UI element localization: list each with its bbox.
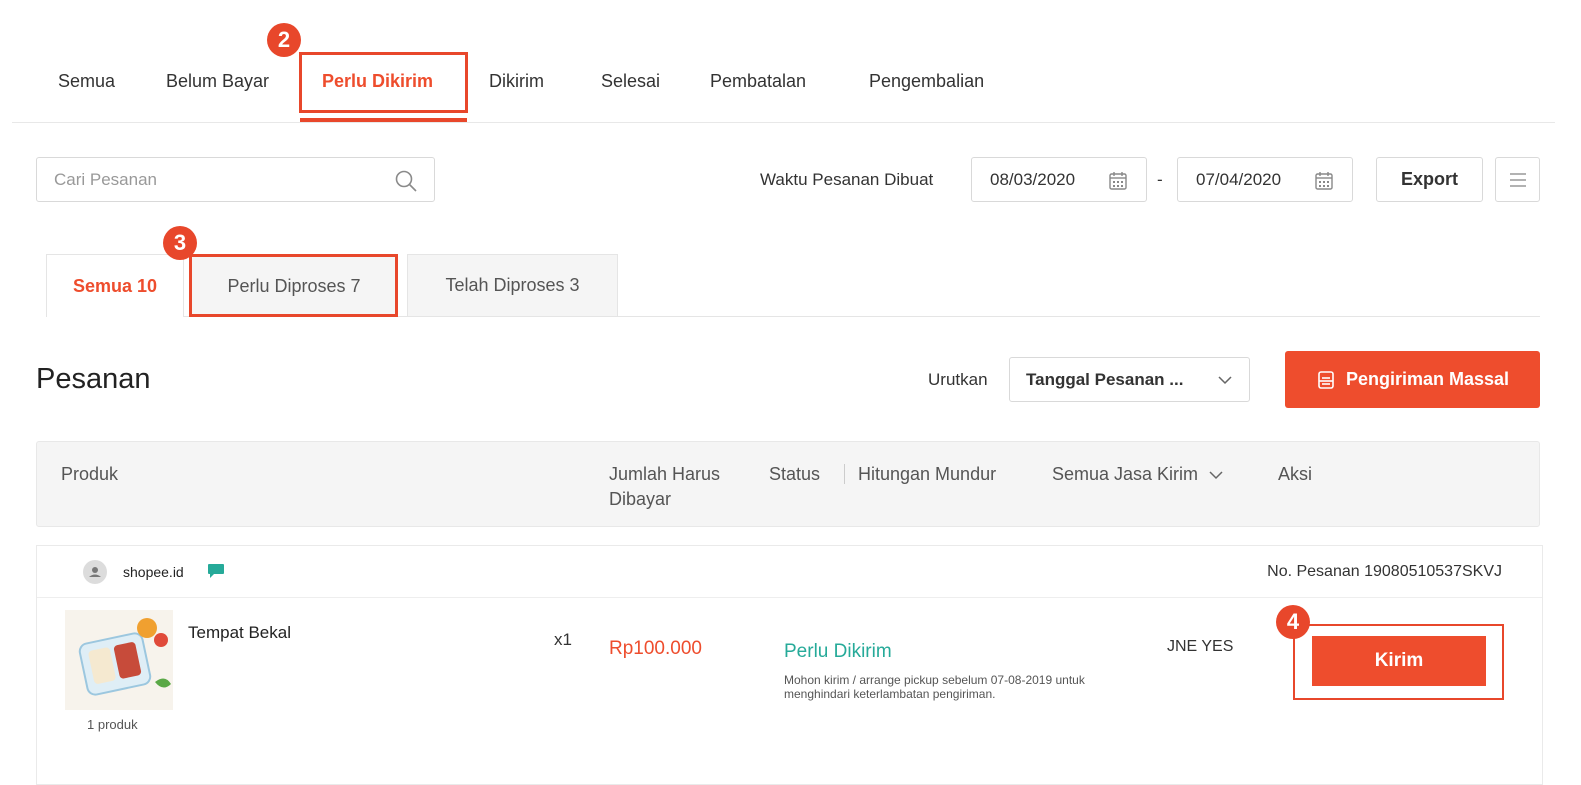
header-amount-line2: Dibayar bbox=[609, 489, 672, 509]
table-header: Produk Jumlah Harus Dibayar Status Hitun… bbox=[36, 441, 1540, 527]
tab-semua[interactable]: Semua bbox=[58, 71, 115, 92]
header-amount-line1: Jumlah Harus bbox=[609, 464, 721, 484]
chevron-down-icon bbox=[1209, 470, 1223, 479]
order-number: No. Pesanan 19080510537SKVJ bbox=[1267, 563, 1502, 580]
header-amount: Jumlah Harus Dibayar bbox=[609, 462, 720, 512]
tab-pembatalan[interactable]: Pembatalan bbox=[710, 71, 806, 92]
menu-icon bbox=[1509, 172, 1526, 187]
date-to-input[interactable]: 07/04/2020 bbox=[1177, 157, 1353, 202]
date-from-input[interactable]: 08/03/2020 bbox=[971, 157, 1147, 202]
sort-label: Urutkan bbox=[928, 370, 988, 389]
header-separator bbox=[844, 464, 845, 484]
page-title: Pesanan bbox=[36, 363, 151, 395]
tab-pengembalian[interactable]: Pengembalian bbox=[869, 71, 984, 92]
search-input[interactable]: Cari Pesanan bbox=[36, 157, 435, 202]
courier-filter[interactable]: Semua Jasa Kirim bbox=[1052, 462, 1224, 487]
sort-value: Tanggal Pesanan ... bbox=[1026, 369, 1184, 389]
highlight-perlu-dikirim bbox=[299, 52, 468, 113]
subtab-semua[interactable]: Semua 10 bbox=[46, 254, 184, 317]
sort-select[interactable]: Tanggal Pesanan ... bbox=[1009, 357, 1250, 402]
printer-icon bbox=[1318, 370, 1334, 389]
calendar-icon[interactable] bbox=[1314, 171, 1334, 196]
status-note: Mohon kirim / arrange pickup sebelum 07-… bbox=[784, 673, 1085, 701]
status-badge: Perlu Dikirim bbox=[784, 641, 892, 662]
product-count: 1 produk bbox=[87, 717, 138, 732]
avatar[interactable] bbox=[83, 560, 107, 584]
subtab-telah-diproses[interactable]: Telah Diproses 3 bbox=[407, 254, 618, 316]
header-action: Aksi bbox=[1278, 464, 1313, 484]
step-marker-4: 4 bbox=[1276, 605, 1310, 639]
tab-selesai[interactable]: Selesai bbox=[601, 71, 660, 92]
date-filter-label: Waktu Pesanan Dibuat bbox=[760, 170, 934, 189]
highlight-perlu-diproses bbox=[189, 254, 398, 317]
product-name[interactable]: Tempat Bekal bbox=[188, 623, 291, 643]
header-product: Produk bbox=[61, 464, 119, 484]
search-placeholder: Cari Pesanan bbox=[54, 169, 158, 189]
header-countdown: Hitungan Mundur bbox=[858, 464, 997, 484]
tab-dikirim[interactable]: Dikirim bbox=[489, 71, 544, 92]
header-courier: Semua Jasa Kirim bbox=[1052, 464, 1199, 484]
tab-belum-bayar[interactable]: Belum Bayar bbox=[166, 71, 269, 92]
courier-name: JNE YES bbox=[1167, 638, 1234, 655]
export-button[interactable]: Export bbox=[1376, 157, 1483, 202]
highlight-kirim bbox=[1293, 624, 1504, 700]
bulk-shipping-button[interactable]: Pengiriman Massal bbox=[1285, 351, 1540, 408]
calendar-icon[interactable] bbox=[1108, 171, 1128, 196]
chevron-down-icon bbox=[1217, 372, 1233, 393]
bulk-shipping-label: Pengiriman Massal bbox=[1345, 369, 1510, 389]
menu-button[interactable] bbox=[1495, 157, 1540, 202]
search-icon[interactable] bbox=[394, 169, 418, 198]
step-marker-3: 3 bbox=[163, 226, 197, 260]
shop-name[interactable]: shopee.id bbox=[123, 564, 184, 580]
header-status: Status bbox=[769, 464, 821, 484]
order-card-header: shopee.id No. Pesanan 19080510537SKVJ bbox=[37, 546, 1542, 598]
order-price: Rp100.000 bbox=[609, 638, 702, 659]
step-marker-2: 2 bbox=[267, 23, 301, 57]
product-thumbnail[interactable] bbox=[65, 610, 173, 710]
user-icon bbox=[89, 567, 101, 577]
chat-icon[interactable] bbox=[207, 563, 225, 584]
tabs-divider bbox=[12, 122, 1555, 123]
product-quantity: x1 bbox=[554, 630, 572, 649]
date-from-value: 08/03/2020 bbox=[990, 169, 1076, 189]
date-separator: - bbox=[1157, 170, 1163, 189]
date-to-value: 07/04/2020 bbox=[1196, 169, 1282, 189]
